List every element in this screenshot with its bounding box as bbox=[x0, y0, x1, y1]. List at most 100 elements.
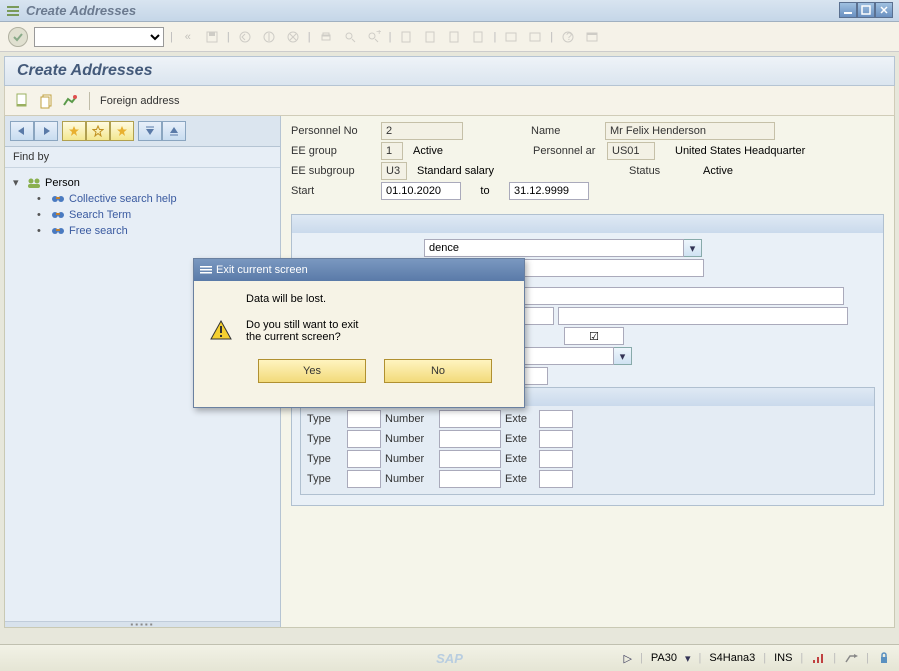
warning-icon bbox=[210, 319, 232, 341]
lbl-persarea: Personnel ar bbox=[533, 145, 603, 157]
nav-back-button[interactable] bbox=[10, 121, 34, 141]
minimize-button[interactable] bbox=[839, 2, 857, 18]
lock-icon[interactable] bbox=[877, 651, 891, 665]
find-next-icon[interactable]: + bbox=[365, 28, 383, 46]
comm-type[interactable] bbox=[347, 450, 381, 468]
no-button[interactable]: No bbox=[384, 359, 492, 383]
lbl-status: Status bbox=[629, 165, 699, 177]
tree-node-person[interactable]: ▾ Person bbox=[13, 174, 272, 191]
chevron-down-icon[interactable]: ▾ bbox=[685, 652, 691, 665]
window-titlebar: Create Addresses bbox=[0, 0, 899, 22]
maximize-button[interactable] bbox=[857, 2, 875, 18]
signal-icon[interactable] bbox=[811, 651, 825, 665]
binoculars-icon bbox=[51, 209, 65, 221]
new-session-icon[interactable] bbox=[502, 28, 520, 46]
chevrons-left-icon[interactable]: « bbox=[179, 28, 197, 46]
yes-button[interactable]: Yes bbox=[258, 359, 366, 383]
prev-page-icon[interactable] bbox=[421, 28, 439, 46]
print-icon[interactable] bbox=[317, 28, 335, 46]
comm-number[interactable] bbox=[439, 450, 501, 468]
lbl-persno: Personnel No bbox=[291, 125, 377, 137]
comm-type[interactable] bbox=[347, 410, 381, 428]
exit-icon[interactable] bbox=[260, 28, 278, 46]
address-type-dropdown[interactable]: ▾ bbox=[424, 239, 702, 257]
txt-eegroup: Active bbox=[407, 145, 465, 157]
collapse-icon[interactable]: ▾ bbox=[13, 176, 23, 189]
next-page-icon[interactable] bbox=[445, 28, 463, 46]
field-eesub: U3 bbox=[381, 162, 407, 180]
tree-label: Person bbox=[45, 177, 80, 189]
svg-text:+: + bbox=[376, 30, 381, 38]
enter-button[interactable] bbox=[8, 27, 28, 47]
chevron-down-icon[interactable]: ▾ bbox=[614, 347, 632, 365]
checkbox-field[interactable]: ☑ bbox=[564, 327, 624, 345]
tree-node-collective[interactable]: • Collective search help bbox=[13, 191, 272, 207]
copy-doc-icon[interactable] bbox=[37, 92, 55, 110]
lbl-to: to bbox=[465, 185, 505, 197]
system-toolbar: | « | | + | | | ? bbox=[0, 22, 899, 52]
tree-label: Search Term bbox=[69, 209, 131, 221]
comm-ext[interactable] bbox=[539, 450, 573, 468]
application-toolbar: Foreign address bbox=[4, 86, 895, 116]
field-eegroup: 1 bbox=[381, 142, 403, 160]
fav-del-button[interactable] bbox=[110, 121, 134, 141]
comm-type[interactable] bbox=[347, 470, 381, 488]
binoculars-icon bbox=[51, 193, 65, 205]
dialog-title: Exit current screen bbox=[216, 264, 308, 276]
shortcut-icon[interactable] bbox=[526, 28, 544, 46]
txt-persarea: United States Headquarter bbox=[659, 145, 805, 157]
page-title-text: Create Addresses bbox=[17, 62, 152, 80]
tree-node-freesearch[interactable]: • Free search bbox=[13, 223, 272, 239]
foreign-address-button[interactable]: Foreign address bbox=[100, 95, 180, 107]
first-page-icon[interactable] bbox=[397, 28, 415, 46]
lbl-eegroup: EE group bbox=[291, 145, 377, 157]
nav-buttons bbox=[5, 116, 280, 147]
connection-icon[interactable] bbox=[844, 651, 858, 665]
menu-icon[interactable] bbox=[6, 4, 20, 18]
comm-ext[interactable] bbox=[539, 430, 573, 448]
splitter-handle[interactable]: ▪▪▪▪▪ bbox=[5, 621, 280, 627]
comm-type[interactable] bbox=[347, 430, 381, 448]
txt-eesub: Standard salary bbox=[411, 165, 521, 177]
comm-ext[interactable] bbox=[539, 410, 573, 428]
field-to[interactable]: 31.12.9999 bbox=[509, 182, 589, 200]
comm-ext[interactable] bbox=[539, 470, 573, 488]
chevron-down-icon[interactable]: ▾ bbox=[684, 239, 702, 257]
input-field[interactable] bbox=[558, 307, 848, 325]
back-icon[interactable] bbox=[236, 28, 254, 46]
dialog-menu-icon[interactable] bbox=[200, 264, 212, 276]
cancel-icon[interactable] bbox=[284, 28, 302, 46]
comm-row: Type Number Exte bbox=[307, 470, 868, 488]
fav-open-button[interactable] bbox=[86, 121, 110, 141]
fav-add-button[interactable] bbox=[62, 121, 86, 141]
window-title: Create Addresses bbox=[26, 3, 136, 18]
comm-number[interactable] bbox=[439, 430, 501, 448]
tree-node-searchterm[interactable]: • Search Term bbox=[13, 207, 272, 223]
svg-text:?: ? bbox=[566, 31, 572, 43]
close-button[interactable] bbox=[875, 2, 893, 18]
command-field[interactable] bbox=[34, 27, 164, 47]
field-name: Mr Felix Henderson bbox=[605, 122, 775, 140]
dialog-titlebar[interactable]: Exit current screen bbox=[194, 259, 524, 281]
collapse-button[interactable] bbox=[162, 121, 186, 141]
status-tcode: PA30 bbox=[651, 652, 677, 664]
help-icon[interactable]: ? bbox=[559, 28, 577, 46]
overview-icon[interactable] bbox=[61, 92, 79, 110]
status-system: S4Hana3 bbox=[709, 652, 755, 664]
expand-button[interactable] bbox=[138, 121, 162, 141]
nav-forward-button[interactable] bbox=[34, 121, 58, 141]
comm-row: Type Number Exte bbox=[307, 450, 868, 468]
layout-icon[interactable] bbox=[583, 28, 601, 46]
save-icon[interactable] bbox=[203, 28, 221, 46]
status-expand-icon[interactable]: ▷ bbox=[624, 652, 632, 665]
last-page-icon[interactable] bbox=[469, 28, 487, 46]
new-doc-icon[interactable] bbox=[13, 92, 31, 110]
txt-status: Active bbox=[703, 165, 733, 177]
find-icon[interactable] bbox=[341, 28, 359, 46]
comm-number[interactable] bbox=[439, 470, 501, 488]
lbl-name: Name bbox=[531, 125, 601, 137]
binoculars-icon bbox=[51, 225, 65, 237]
comm-number[interactable] bbox=[439, 410, 501, 428]
status-bar: SAP ▷ | PA30 ▾ | S4Hana3 | INS | | | bbox=[0, 644, 899, 671]
field-start[interactable]: 01.10.2020 bbox=[381, 182, 461, 200]
